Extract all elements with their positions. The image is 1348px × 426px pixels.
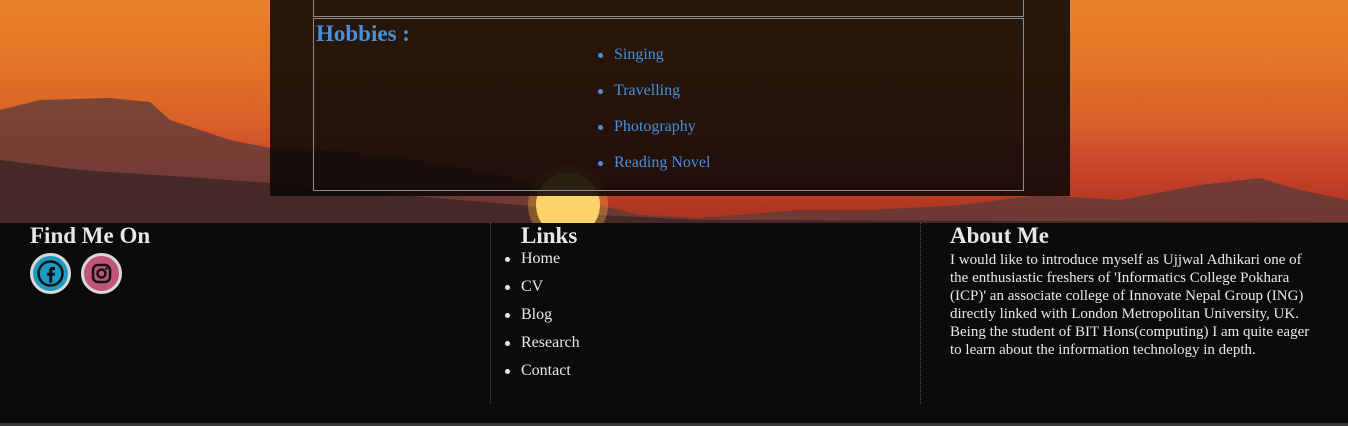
footer-link-home[interactable]: Home (505, 247, 580, 275)
hobbies-section: Hobbies : Singing Travelling Photography… (313, 18, 1024, 191)
about-title: About Me (950, 223, 1050, 248)
instagram-icon[interactable] (81, 253, 122, 294)
previous-section-box (313, 0, 1024, 17)
hobby-item: Travelling (597, 81, 710, 117)
footer-link-research[interactable]: Research (505, 331, 580, 359)
footer-links-list: Home CV Blog Research Contact (505, 247, 580, 387)
footer-link-cv[interactable]: CV (505, 275, 580, 303)
hobby-item: Reading Novel (597, 153, 710, 189)
facebook-icon[interactable] (30, 253, 71, 294)
about-column: About Me I would like to introduce mysel… (950, 223, 1320, 359)
links-column: Links Home CV Blog Research Contact (490, 223, 921, 404)
find-me-column: Find Me On (30, 223, 150, 294)
footer-link-blog[interactable]: Blog (505, 303, 580, 331)
links-title: Links (521, 223, 578, 248)
about-text: I would like to introduce myself as Ujjw… (950, 252, 1310, 358)
hobby-item: Photography (597, 117, 710, 153)
footer: Find Me On Links Home CV Blog Research C… (0, 223, 1348, 423)
hobbies-title: Hobbies : (316, 21, 410, 46)
social-links (30, 253, 150, 294)
find-me-title: Find Me On (30, 223, 151, 248)
hobby-item: Singing (597, 45, 710, 81)
hobbies-list: Singing Travelling Photography Reading N… (597, 45, 710, 189)
content-panel: Hobbies : Singing Travelling Photography… (270, 0, 1070, 196)
footer-link-contact[interactable]: Contact (505, 359, 580, 387)
